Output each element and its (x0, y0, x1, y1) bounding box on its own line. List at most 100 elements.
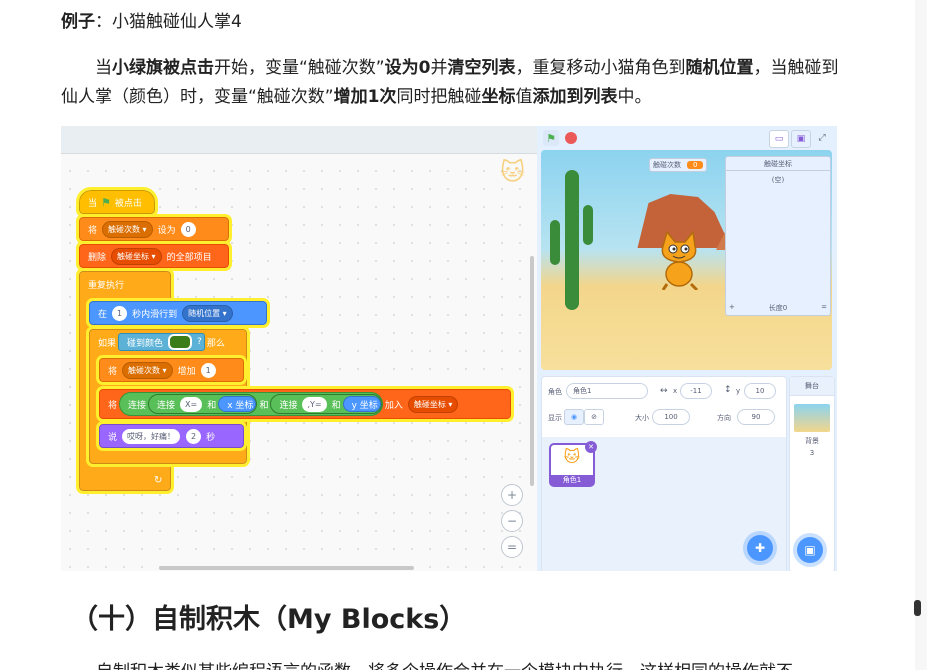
zoom-out-button[interactable]: − (501, 510, 523, 532)
list-resize-handle[interactable]: = (821, 303, 827, 313)
join-text: 连接 (279, 400, 298, 411)
set-verb: 将 (88, 225, 98, 236)
code-area[interactable]: 🐱 当 ⚑ 被点击 将 触碰次数 ▾ 设为 0 删除 触碰坐标 ▾ 的全部项目 … (61, 126, 537, 571)
para-text: 并 (430, 58, 448, 78)
cat-sprite (661, 230, 699, 290)
and-text: 和 (331, 400, 341, 411)
join-outer-block[interactable]: 连接 连接 X= 和 x 坐标 和 连接 ,Y= 和 y 坐标 (119, 392, 383, 416)
stage-canvas[interactable]: 触碰次数 0 触碰坐标 (空) + 长度0 = (541, 150, 832, 370)
color-swatch[interactable] (168, 334, 193, 350)
list-length: 长度0 (768, 304, 788, 312)
stage-selector-panel[interactable]: 舞台 背景 3 ▣ (789, 376, 835, 571)
page-scrollbar-thumb[interactable] (914, 600, 921, 616)
stage-toolbar: ⚑ ▭ ▣ ⤢ (537, 126, 837, 150)
zoom-reset-button[interactable]: = (501, 536, 523, 558)
zoom-reset-icon: = (506, 540, 518, 554)
loop-arrow-icon: ↻ (154, 475, 163, 486)
description-paragraph: 当小绿旗被点击开始，变量“触碰次数”设为0并清空列表，重复移动小猫角色到随机位置… (61, 54, 843, 112)
y-position-text: y 坐标 (351, 400, 378, 411)
example-sep: ： (95, 12, 112, 32)
say-message-input[interactable]: 哎呀，好痛！ (122, 428, 181, 444)
small-stage-icon: ▭ (774, 134, 784, 144)
set-variable-block[interactable]: 将 触碰次数 ▾ 设为 0 (76, 214, 232, 244)
x-input[interactable]: -11 (680, 383, 712, 399)
x-position-reporter[interactable]: x 坐标 (218, 396, 257, 412)
glide-to-block[interactable]: 在 1 秒内滑行到 随机位置 ▾ (86, 298, 270, 328)
y-value: 10 (755, 387, 765, 395)
change-verb: 将 (108, 366, 118, 377)
list-monitor: 触碰坐标 (空) + 长度0 = (725, 156, 831, 316)
normal-stage-button[interactable]: ▣ (791, 130, 811, 148)
say-unit: 秒 (206, 432, 216, 443)
para-bold: 随机位置 (685, 58, 754, 78)
y-eq-input[interactable]: ,Y= (302, 396, 327, 412)
choose-backdrop-button[interactable]: ▣ (797, 537, 823, 563)
x-label: x (673, 387, 678, 395)
stage-area: ⚑ ▭ ▣ ⤢ 触碰次数 0 触碰坐标 (空) + 长度0 = 角色 角色1 ↔… (537, 126, 837, 571)
size-label: 大小 (635, 414, 649, 422)
list-monitor-title: 触碰坐标 (726, 157, 830, 171)
add-verb: 将 (108, 400, 118, 411)
join-text: 连接 (128, 400, 147, 411)
direction-input[interactable]: 90 (737, 409, 775, 425)
sprite-tile-name: 角色1 (551, 475, 593, 485)
backdrops-label: 背景 (805, 437, 819, 445)
touching-color-block[interactable]: 碰到颜色 ? (118, 333, 205, 351)
hat-when-text: 当 (88, 198, 98, 209)
y-input[interactable]: 10 (744, 383, 776, 399)
list-monitor-empty: (空) (771, 176, 785, 184)
change-value-input[interactable]: 1 (200, 362, 216, 378)
para-text: 中。 (617, 87, 652, 107)
glide-target-name: 随机位置 (188, 308, 221, 318)
set-variable-dropdown[interactable]: 触碰次数 ▾ (102, 220, 153, 238)
choose-sprite-button[interactable]: ✚ (747, 535, 773, 561)
add-list-dropdown[interactable]: 触碰坐标 ▾ (407, 395, 459, 413)
x-eq-input[interactable]: X= (180, 396, 203, 412)
para-bold: 设为0 (384, 58, 431, 78)
add-to-list-block[interactable]: 将 连接 连接 X= 和 x 坐标 和 连接 ,Y= 和 y 坐标 加入 触碰坐… (96, 386, 514, 422)
zoom-out-icon: − (506, 514, 518, 528)
next-paragraph: 自制积木类似某些编程语言的函数，将多个操作合并在一个模块中执行，这样相同的操作就… (96, 660, 793, 670)
hide-button[interactable]: ⊘ (584, 409, 604, 425)
backdrop-thumbnail (794, 404, 830, 432)
glide-target-dropdown[interactable]: 随机位置 ▾ (182, 304, 233, 322)
join-y-block[interactable]: 连接 ,Y= 和 y 坐标 (270, 394, 382, 414)
say-secs-input[interactable]: 2 (186, 428, 202, 444)
delete-verb: 删除 (88, 252, 107, 263)
glide-secs-input[interactable]: 1 (112, 305, 128, 321)
fullscreen-button[interactable]: ⤢ (813, 130, 831, 146)
delete-all-list-block[interactable]: 删除 触碰坐标 ▾ 的全部项目 (76, 241, 232, 271)
delete-list-dropdown[interactable]: 触碰坐标 ▾ (111, 247, 162, 265)
sprite-list: 🐱 角色1 ✕ ✚ (542, 437, 786, 571)
list-monitor-footer: + 长度0 = (729, 303, 827, 313)
normal-stage-icon: ▣ (796, 134, 806, 144)
zoom-in-button[interactable]: + (501, 484, 523, 506)
cat-add-icon: ✚ (754, 541, 766, 555)
change-variable-block[interactable]: 将 触碰次数 ▾ 增加 1 (96, 355, 247, 385)
show-visible-button[interactable]: ◉ (564, 409, 584, 425)
delete-sprite-button[interactable]: ✕ (585, 441, 597, 453)
say-verb: 说 (108, 432, 118, 443)
stage-panel-title: 舞台 (790, 377, 834, 396)
change-var-name: 触碰次数 (128, 365, 161, 375)
code-vertical-scrollbar[interactable] (530, 256, 534, 486)
size-input[interactable]: 100 (652, 409, 690, 425)
monitor-var-name: 触碰次数 (653, 161, 681, 169)
code-horizontal-scrollbar[interactable] (159, 566, 414, 570)
say-for-secs-block[interactable]: 说 哎呀，好痛！ 2 秒 (96, 421, 247, 451)
and-text: 和 (259, 400, 269, 411)
sprite-label: 角色 (548, 388, 562, 396)
set-value-input[interactable]: 0 (180, 221, 196, 237)
cactus-arm-right (583, 205, 593, 245)
stop-button[interactable] (565, 132, 577, 144)
small-stage-button[interactable]: ▭ (769, 130, 789, 148)
list-add-button[interactable]: + (729, 303, 735, 313)
y-position-reporter[interactable]: y 坐标 (342, 396, 381, 412)
direction-label: 方向 (717, 414, 731, 422)
sprite-tile[interactable]: 🐱 角色1 ✕ (549, 441, 597, 487)
green-flag-button[interactable]: ⚑ (543, 130, 559, 146)
sprite-name-input[interactable]: 角色1 (566, 383, 648, 399)
when-flag-clicked-block[interactable]: 当 ⚑ 被点击 (76, 187, 158, 217)
join-x-block[interactable]: 连接 X= 和 x 坐标 (148, 394, 258, 414)
change-variable-dropdown[interactable]: 触碰次数 ▾ (122, 361, 173, 379)
